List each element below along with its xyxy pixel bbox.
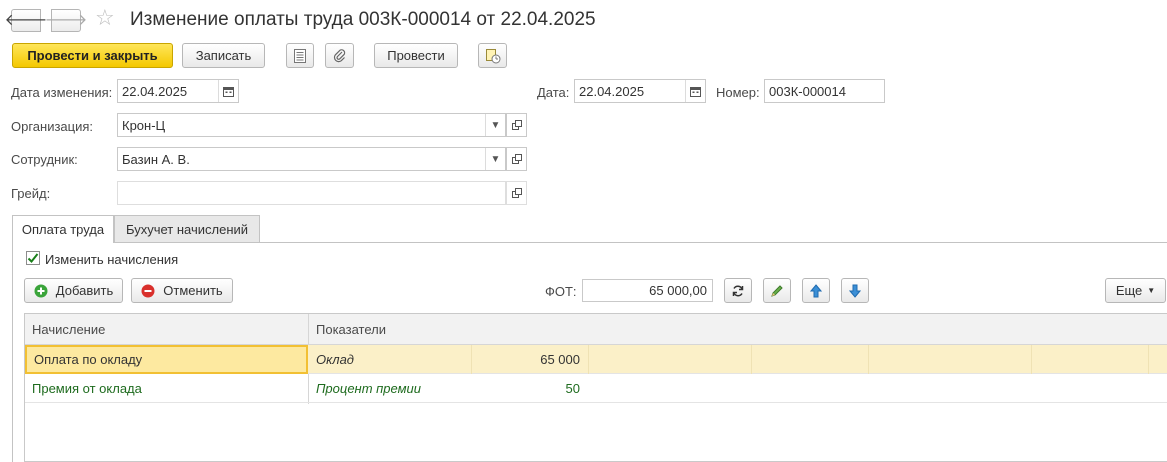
document-clock-icon	[485, 48, 500, 63]
document-list-icon	[294, 48, 306, 63]
arrow-left-icon: 🡐	[4, 11, 48, 29]
post-button[interactable]: Провести	[374, 43, 458, 68]
arrow-up-icon	[810, 283, 822, 297]
indicator-cell[interactable]: Процент премии	[309, 374, 469, 403]
favorite-star-icon[interactable]: ☆	[95, 7, 115, 29]
cell-separator	[868, 345, 869, 374]
number-value: 003К-000014	[769, 83, 846, 99]
calendar-icon[interactable]	[218, 80, 238, 102]
more-button[interactable]: Еще ▼	[1105, 278, 1166, 303]
plus-circle-icon	[34, 284, 48, 297]
indicator-value-cell[interactable]: 50	[471, 374, 588, 403]
employee-label: Сотрудник:	[11, 152, 78, 167]
attach-button[interactable]	[325, 43, 354, 68]
tab-strip-line	[12, 242, 1167, 243]
move-down-button[interactable]	[841, 278, 869, 303]
post-and-close-button[interactable]: Провести и закрыть	[12, 43, 173, 68]
refresh-icon	[732, 285, 744, 296]
fot-field: 65 000,00	[582, 279, 713, 302]
cell-separator	[1148, 345, 1149, 374]
open-link-icon	[511, 188, 522, 198]
employee-value: Базин А. В.	[122, 151, 190, 167]
tab-panel-border	[12, 242, 13, 462]
minus-circle-icon	[141, 284, 155, 297]
fot-label: ФОТ:	[545, 284, 577, 299]
indicator-cell[interactable]: Оклад	[309, 345, 469, 374]
pencil-icon	[771, 284, 783, 297]
paperclip-icon	[333, 48, 345, 62]
change-date-value: 22.04.2025	[122, 83, 188, 99]
open-link-icon	[511, 120, 522, 130]
open-link-icon	[511, 154, 522, 164]
table-row[interactable]: Премия от оклада Процент премии 50	[25, 374, 1167, 403]
edit-button[interactable]	[763, 278, 791, 303]
cell-separator	[588, 345, 589, 374]
cell-separator	[471, 345, 472, 374]
forward-button[interactable]: 🡒	[45, 9, 87, 32]
add-button-label: Добавить	[55, 283, 114, 298]
save-button[interactable]: Записать	[182, 43, 265, 68]
change-date-field[interactable]: 22.04.2025	[117, 79, 239, 103]
dropdown-arrow-icon[interactable]: ▼	[485, 114, 505, 136]
change-accruals-label: Изменить начисления	[45, 252, 179, 267]
more-button-label: Еще	[1115, 283, 1143, 298]
organization-value: Крон-Ц	[122, 117, 166, 133]
indicator-value-cell[interactable]: 65 000	[471, 345, 588, 374]
grade-field[interactable]	[117, 181, 506, 205]
arrow-right-icon: 🡒	[44, 11, 88, 29]
organization-label: Организация:	[11, 119, 94, 134]
checkmark-icon	[27, 253, 39, 263]
column-header-accrual[interactable]: Начисление	[25, 314, 308, 345]
dropdown-arrow-icon[interactable]: ▼	[485, 148, 505, 170]
change-date-label: Дата изменения:	[11, 85, 113, 100]
table-header: Начисление Показатели	[25, 314, 1167, 345]
number-field[interactable]: 003К-000014	[764, 79, 885, 103]
cell-separator	[1031, 345, 1032, 374]
journal-button[interactable]	[478, 43, 507, 68]
open-organization-button[interactable]	[506, 113, 527, 137]
table-row[interactable]: Оплата по окладу Оклад 65 000	[25, 345, 1167, 374]
employee-field[interactable]: Базин А. В. ▼	[117, 147, 506, 171]
column-header-indicators[interactable]: Показатели	[309, 314, 1009, 345]
calendar-icon[interactable]	[685, 80, 705, 102]
open-grade-button[interactable]	[506, 181, 527, 205]
accruals-table[interactable]: Начисление Показатели Оплата по окладу О…	[24, 313, 1167, 462]
date-value: 22.04.2025	[579, 83, 645, 99]
accrual-cell[interactable]: Премия от оклада	[25, 374, 308, 403]
number-label: Номер:	[716, 85, 760, 100]
move-up-button[interactable]	[802, 278, 830, 303]
date-label: Дата:	[537, 85, 570, 100]
date-field[interactable]: 22.04.2025	[574, 79, 706, 103]
report-button[interactable]	[286, 43, 314, 68]
window-title: Изменение оплаты труда 003К-000014 от 22…	[130, 9, 596, 30]
back-button[interactable]: 🡐	[5, 9, 47, 32]
arrow-down-icon	[849, 284, 861, 298]
chevron-down-icon: ▼	[1147, 286, 1156, 295]
cancel-button[interactable]: Отменить	[131, 278, 233, 303]
tab-accrual-accounting[interactable]: Бухучет начислений	[114, 215, 260, 242]
grade-label: Грейд:	[11, 186, 51, 201]
organization-field[interactable]: Крон-Ц ▼	[117, 113, 506, 137]
open-employee-button[interactable]	[506, 147, 527, 171]
fot-value: 65 000,00	[649, 283, 707, 298]
tab-pay[interactable]: Оплата труда	[12, 215, 114, 243]
cancel-button-label: Отменить	[163, 283, 223, 298]
accrual-cell[interactable]: Оплата по окладу	[25, 345, 308, 374]
refresh-button[interactable]	[724, 278, 752, 303]
change-accruals-checkbox[interactable]	[26, 251, 40, 265]
cell-separator	[751, 345, 752, 374]
add-button[interactable]: Добавить	[24, 278, 123, 303]
